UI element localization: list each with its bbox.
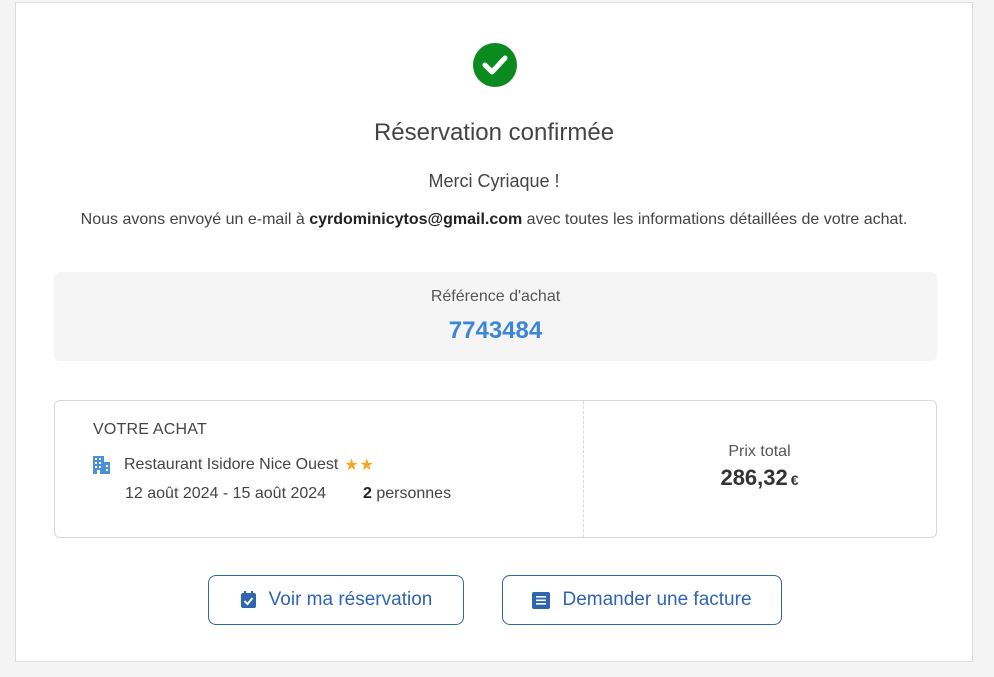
email-notice: Nous avons envoyé un e-mail à cyrdominic… (16, 211, 972, 229)
building-icon (93, 456, 110, 474)
total-price: 286,32 € (583, 465, 936, 491)
reference-number: 7743484 (448, 317, 543, 344)
calendar-check-icon (240, 591, 256, 608)
guest-count-label: personnes (371, 485, 452, 502)
total-price-label: Prix total (728, 443, 791, 460)
request-invoice-label: Demander une facture (562, 589, 752, 610)
request-invoice-button[interactable]: Demander une facture (502, 575, 782, 625)
purchase-summary: VOTRE ACHAT Restaurant Isidore Nice Oues… (54, 400, 937, 538)
view-reservation-label: Voir ma réservation (268, 589, 433, 610)
guest-count-number: 2 (363, 485, 372, 502)
view-reservation-button[interactable]: Voir ma réservation (208, 575, 464, 625)
purchase-heading: VOTRE ACHAT (93, 421, 207, 438)
guest-count: 2 personnes (363, 485, 451, 503)
check-circle-icon (473, 43, 517, 87)
reference-label: Référence d'achat (430, 288, 561, 305)
email-notice-suffix: avec toutes les informations détaillées … (522, 211, 908, 228)
currency-symbol: € (790, 472, 799, 488)
stay-dates: 12 août 2024 - 15 août 2024 (125, 485, 327, 502)
email-address: cyrdominicytos@gmail.com (309, 211, 523, 228)
hotel-row: Restaurant Isidore Nice Ouest ★★ (93, 455, 375, 475)
reference-box: Référence d'achat 7743484 (54, 272, 937, 361)
page-title: Réservation confirmée (373, 119, 615, 146)
email-notice-prefix: Nous avons envoyé un e-mail à (80, 211, 310, 228)
thanks-message: Merci Cyriaque ! (428, 171, 560, 191)
total-price-value: 286,32 (720, 465, 788, 490)
star-rating: ★★ (344, 457, 376, 474)
confirmation-card: Réservation confirmée Merci Cyriaque ! N… (15, 2, 973, 662)
hotel-name: Restaurant Isidore Nice Ouest (124, 456, 339, 473)
invoice-list-icon (532, 591, 551, 609)
